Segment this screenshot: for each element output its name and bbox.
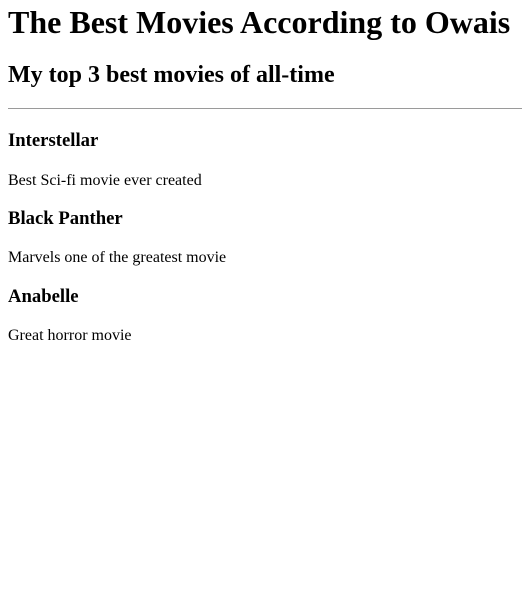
movie-description: Marvels one of the greatest movie: [8, 249, 227, 266]
page: The Best Movies According to Owais My to…: [0, 0, 530, 595]
divider: [8, 108, 522, 109]
movie-description: Great horror movie: [8, 327, 132, 344]
page-subtitle: My top 3 best movies of all-time: [8, 62, 335, 88]
movie-title: Black Panther: [8, 208, 123, 229]
page-title: The Best Movies According to Owais: [8, 4, 511, 40]
movie-title: Anabelle: [8, 286, 79, 307]
movie-description: Best Sci-fi movie ever created: [8, 172, 202, 189]
movie-title: Interstellar: [8, 130, 99, 151]
